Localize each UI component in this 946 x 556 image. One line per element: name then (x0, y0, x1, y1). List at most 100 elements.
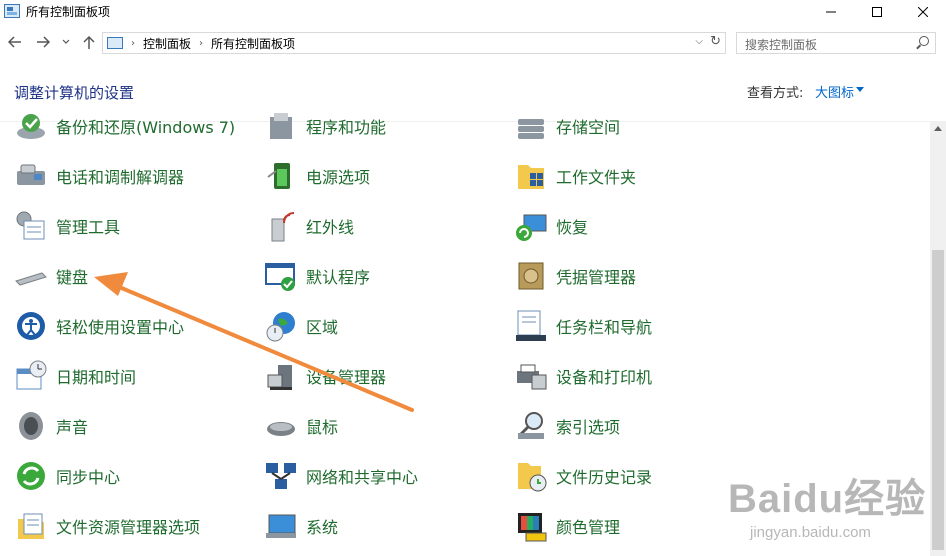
globe-clock-icon (264, 309, 298, 343)
file-history-icon (514, 459, 548, 493)
control-panel-items: 备份和还原(Windows 7) 电话和调制解调器 管理工具 键盘 轻松使用设置… (0, 100, 930, 556)
item-date-time[interactable]: 日期和时间 (14, 356, 136, 396)
back-arrow-icon (8, 36, 21, 48)
minimize-button[interactable] (808, 0, 854, 24)
item-device-manager[interactable]: 设备管理器 (264, 356, 386, 396)
work-folders-icon (514, 159, 548, 193)
item-label: 声音 (56, 418, 89, 437)
item-indexing-options[interactable]: 索引选项 (514, 406, 620, 446)
item-label: 存储空间 (556, 118, 621, 137)
item-label: 文件历史记录 (556, 468, 653, 487)
ease-of-access-icon (14, 309, 48, 343)
breadcrumb-all-items[interactable]: 所有控制面板项 (211, 35, 295, 52)
item-label: 同步中心 (56, 468, 121, 487)
vertical-scrollbar[interactable] (930, 122, 946, 556)
calendar-clock-icon (14, 359, 48, 393)
address-bar[interactable]: › 控制面板 › 所有控制面板项 ⌵ ↻ (102, 32, 726, 54)
item-file-history[interactable]: 文件历史记录 (514, 456, 652, 496)
backup-icon (14, 109, 48, 143)
item-label: 索引选项 (556, 418, 621, 437)
caret-down-icon[interactable] (856, 87, 864, 92)
refresh-icon[interactable]: ↻ (710, 34, 721, 49)
taskbar-icon (514, 309, 548, 343)
maximize-icon (872, 7, 882, 17)
mouse-icon (264, 409, 298, 443)
back-button[interactable] (6, 32, 24, 52)
breadcrumb-separator-icon: › (131, 37, 135, 49)
item-sound[interactable]: 声音 (14, 406, 88, 446)
item-taskbar-navigation[interactable]: 任务栏和导航 (514, 306, 652, 346)
storage-icon (514, 109, 548, 143)
item-system[interactable]: 系统 (264, 506, 338, 546)
item-label: 文件资源管理器选项 (56, 518, 201, 537)
address-dropdown-icon[interactable]: ⌵ (695, 36, 703, 47)
forward-button[interactable] (34, 32, 52, 52)
item-label: 工作文件夹 (556, 168, 637, 187)
item-label: 默认程序 (306, 268, 371, 287)
up-button[interactable] (80, 32, 98, 52)
speaker-icon (14, 409, 48, 443)
item-power-options[interactable]: 电源选项 (264, 156, 370, 196)
item-label: 凭据管理器 (556, 268, 637, 287)
window-title: 所有控制面板项 (26, 5, 111, 19)
keyboard-icon (14, 259, 48, 293)
item-devices-printers[interactable]: 设备和打印机 (514, 356, 652, 396)
item-label: 鼠标 (306, 418, 339, 437)
item-credential-manager[interactable]: 凭据管理器 (514, 256, 636, 296)
minimize-icon (826, 11, 836, 13)
scroll-thumb[interactable] (932, 250, 944, 550)
item-label: 区域 (306, 318, 339, 337)
programs-icon (264, 109, 298, 143)
device-manager-icon (264, 359, 298, 393)
maximize-button[interactable] (854, 0, 900, 24)
item-region[interactable]: 区域 (264, 306, 338, 346)
title-bar: 所有控制面板项 (0, 0, 946, 24)
breadcrumb-separator-icon: › (199, 37, 204, 49)
recovery-icon (514, 209, 548, 243)
item-explorer-options[interactable]: 文件资源管理器选项 (14, 506, 200, 546)
item-admin-tools[interactable]: 管理工具 (14, 206, 120, 246)
item-label: 轻松使用设置中心 (56, 318, 185, 337)
item-sync-center[interactable]: 同步中心 (14, 456, 120, 496)
item-label: 备份和还原(Windows 7) (56, 118, 236, 137)
chevron-down-icon (62, 39, 70, 44)
default-programs-icon (264, 259, 298, 293)
close-icon (918, 7, 928, 17)
scroll-up-icon[interactable] (934, 126, 942, 131)
item-backup-restore[interactable]: 备份和还原(Windows 7) (14, 106, 235, 146)
item-label: 键盘 (56, 268, 89, 287)
printer-icon (514, 359, 548, 393)
search-icon[interactable] (919, 36, 929, 46)
item-label: 设备和打印机 (556, 368, 653, 387)
item-phone-modem[interactable]: 电话和调制解调器 (14, 156, 184, 196)
item-default-programs[interactable]: 默认程序 (264, 256, 370, 296)
breadcrumb-control-panel[interactable]: 控制面板 (143, 35, 191, 52)
item-label: 系统 (306, 518, 339, 537)
item-recovery[interactable]: 恢复 (514, 206, 588, 246)
item-storage-spaces[interactable]: 存储空间 (514, 106, 620, 146)
item-programs-features[interactable]: 程序和功能 (264, 106, 386, 146)
item-label: 设备管理器 (306, 368, 387, 387)
item-label: 日期和时间 (56, 368, 137, 387)
view-by-dropdown[interactable]: 大图标 (815, 82, 854, 101)
network-icon (264, 459, 298, 493)
item-label: 管理工具 (56, 218, 121, 237)
recent-locations-button[interactable] (60, 32, 72, 52)
search-input[interactable]: 搜索控制面板 (736, 32, 936, 54)
up-arrow-icon (83, 35, 95, 49)
item-label: 网络和共享中心 (306, 468, 419, 487)
vault-icon (514, 259, 548, 293)
item-label: 红外线 (306, 218, 355, 237)
item-label: 程序和功能 (306, 118, 387, 137)
item-keyboard[interactable]: 键盘 (14, 256, 88, 296)
close-button[interactable] (900, 0, 946, 24)
item-color-management[interactable]: 颜色管理 (514, 506, 620, 546)
item-work-folders[interactable]: 工作文件夹 (514, 156, 636, 196)
item-network-sharing[interactable]: 网络和共享中心 (264, 456, 418, 496)
battery-icon (264, 159, 298, 193)
item-ease-of-access[interactable]: 轻松使用设置中心 (14, 306, 184, 346)
item-infrared[interactable]: 红外线 (264, 206, 354, 246)
sync-icon (14, 459, 48, 493)
item-mouse[interactable]: 鼠标 (264, 406, 338, 446)
admin-tools-icon (14, 209, 48, 243)
